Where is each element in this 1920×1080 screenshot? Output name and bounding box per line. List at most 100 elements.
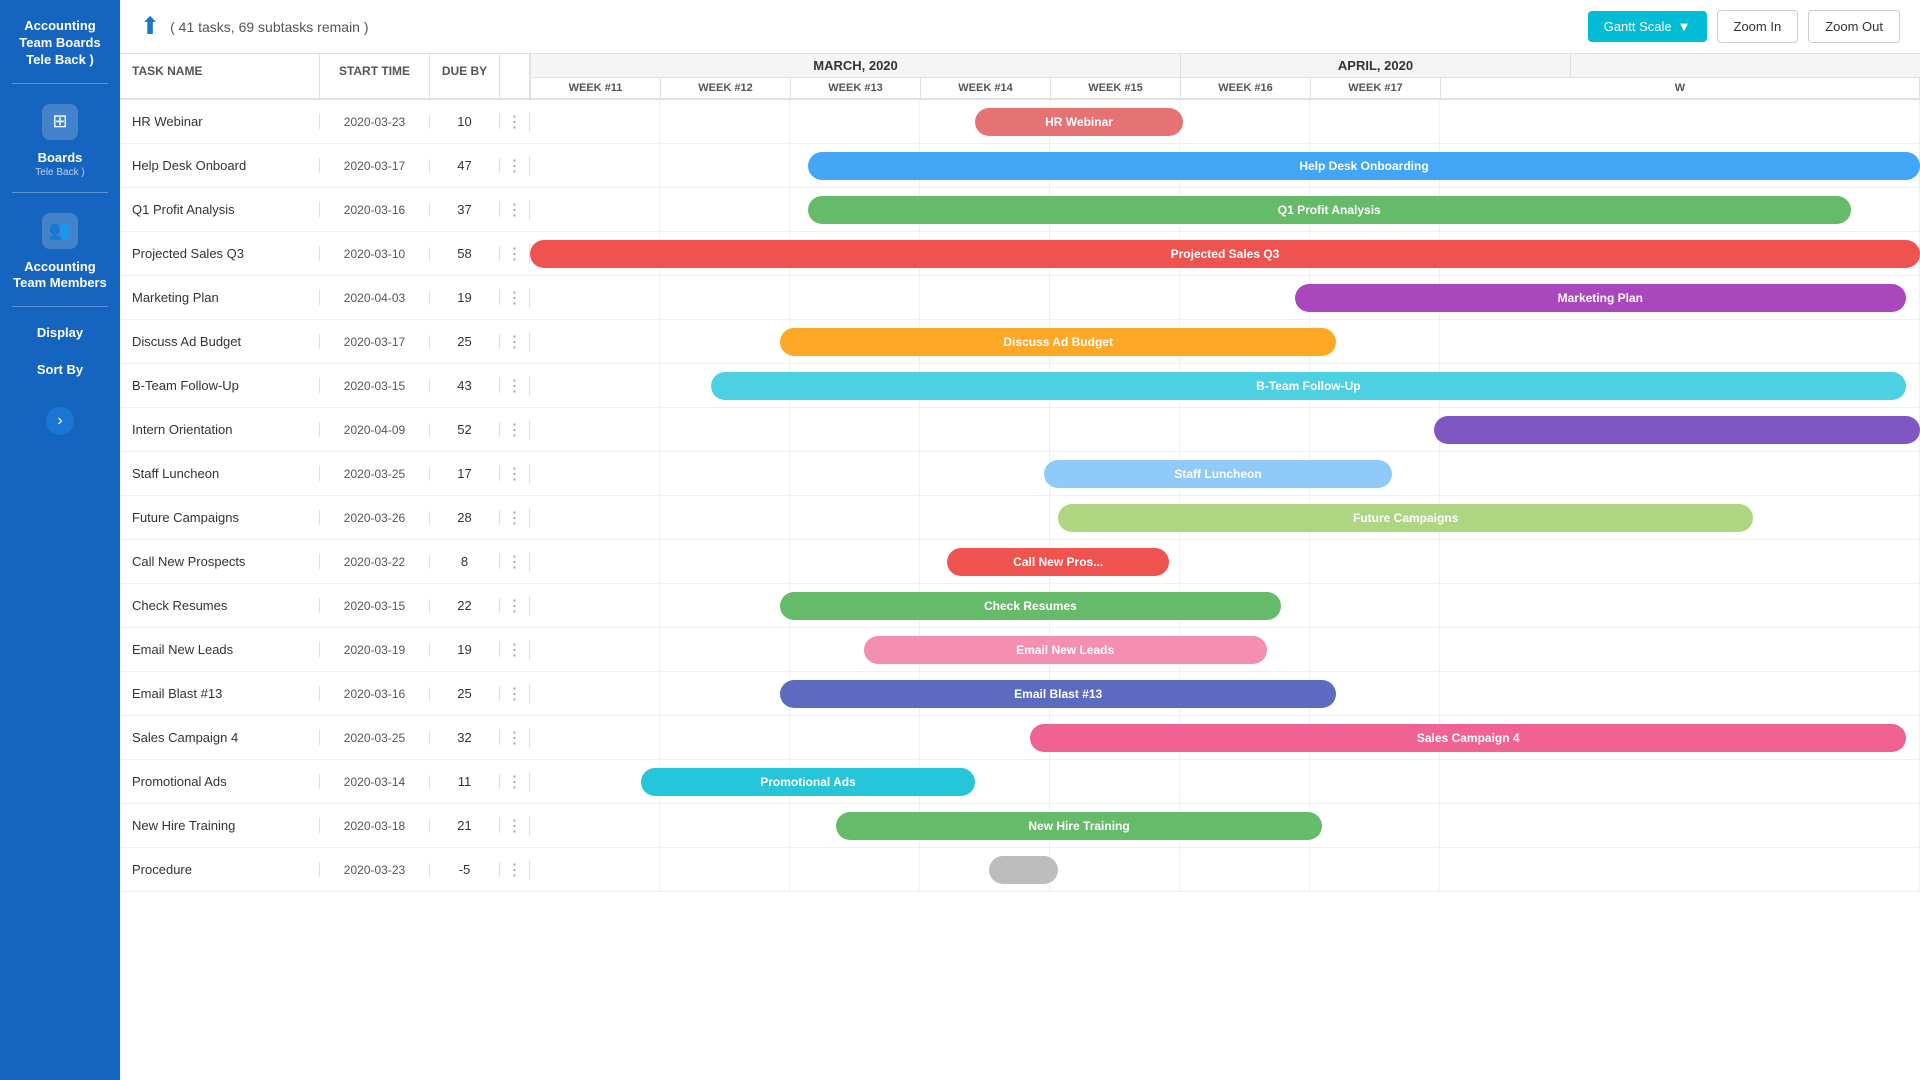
week-14: WEEK #14: [921, 77, 1051, 98]
top-bar: ⬆ ( 41 tasks, 69 subtasks remain ) Gantt…: [120, 0, 1920, 54]
cell-menu-dots[interactable]: ⋮: [500, 376, 530, 396]
gantt-bar[interactable]: Check Resumes: [780, 592, 1280, 620]
cell-menu-dots[interactable]: ⋮: [500, 288, 530, 308]
cell-menu-dots[interactable]: ⋮: [500, 860, 530, 880]
cell-start-time: 2020-03-23: [320, 863, 430, 877]
table-row: Intern Orientation 2020-04-09 52 ⋮: [120, 408, 1920, 452]
cell-bar: Email New Leads: [530, 628, 1920, 671]
cell-menu-dots[interactable]: ⋮: [500, 420, 530, 440]
cell-start-time: 2020-03-25: [320, 731, 430, 745]
sidebar-item-boards[interactable]: ⊞ Boards Tele Back ): [0, 90, 120, 186]
cell-bar: Q1 Profit Analysis: [530, 188, 1920, 231]
cell-menu-dots[interactable]: ⋮: [500, 640, 530, 660]
gantt-bar[interactable]: Email Blast #13: [780, 680, 1336, 708]
cell-bar: Future Campaigns: [530, 496, 1920, 539]
cell-task-name: New Hire Training: [120, 818, 320, 833]
cell-due-by: 19: [430, 642, 500, 657]
sidebar-item-members[interactable]: 👥 Accounting Team Members: [0, 199, 120, 301]
cell-task-name: Call New Prospects: [120, 554, 320, 569]
week-16: WEEK #16: [1181, 77, 1311, 98]
week-13: WEEK #13: [791, 77, 921, 98]
table-row: Projected Sales Q3 2020-03-10 58 ⋮ Proje…: [120, 232, 1920, 276]
table-row: Email New Leads 2020-03-19 19 ⋮ Email Ne…: [120, 628, 1920, 672]
table-row: New Hire Training 2020-03-18 21 ⋮ New Hi…: [120, 804, 1920, 848]
cell-menu-dots[interactable]: ⋮: [500, 332, 530, 352]
gantt-bar[interactable]: B-Team Follow-Up: [711, 372, 1906, 400]
cell-start-time: 2020-03-16: [320, 687, 430, 701]
members-label: Accounting Team Members: [6, 259, 114, 293]
cell-task-name: Email Blast #13: [120, 686, 320, 701]
cell-bar: New Hire Training: [530, 804, 1920, 847]
cell-due-by: 8: [430, 554, 500, 569]
week-cols: [530, 848, 1920, 891]
top-bar-right: Gantt Scale ▼ Zoom In Zoom Out: [1588, 10, 1900, 43]
cell-bar: [530, 408, 1920, 451]
expand-button[interactable]: ›: [46, 407, 74, 435]
sidebar-divider: [12, 83, 108, 84]
cell-task-name: Promotional Ads: [120, 774, 320, 789]
cell-task-name: B-Team Follow-Up: [120, 378, 320, 393]
members-icon: 👥: [42, 213, 78, 249]
sidebar-divider3: [12, 306, 108, 307]
sidebar-item-sortby[interactable]: Sort By: [0, 350, 120, 387]
cell-menu-dots[interactable]: ⋮: [500, 772, 530, 792]
cell-menu-dots[interactable]: ⋮: [500, 244, 530, 264]
cell-menu-dots[interactable]: ⋮: [500, 508, 530, 528]
cell-menu-dots[interactable]: ⋮: [500, 112, 530, 132]
cell-menu-dots[interactable]: ⋮: [500, 552, 530, 572]
cell-start-time: 2020-03-17: [320, 335, 430, 349]
table-row: Check Resumes 2020-03-15 22 ⋮ Check Resu…: [120, 584, 1920, 628]
gantt-bar[interactable]: Discuss Ad Budget: [780, 328, 1336, 356]
gantt-scale-button[interactable]: Gantt Scale ▼: [1588, 11, 1707, 42]
cell-menu-dots[interactable]: ⋮: [500, 464, 530, 484]
cell-start-time: 2020-03-16: [320, 203, 430, 217]
cell-menu-dots[interactable]: ⋮: [500, 728, 530, 748]
gantt-bar[interactable]: [1434, 416, 1920, 444]
gantt-bar[interactable]: Email New Leads: [864, 636, 1267, 664]
download-icon[interactable]: ⬆: [140, 12, 160, 41]
gantt-bar[interactable]: Q1 Profit Analysis: [808, 196, 1851, 224]
gantt-bar[interactable]: Staff Luncheon: [1044, 460, 1392, 488]
gantt-bar[interactable]: Promotional Ads: [641, 768, 975, 796]
sidebar-item-display[interactable]: Display: [0, 313, 120, 350]
col-task-name: TASK NAME: [120, 54, 320, 98]
gantt-bar[interactable]: Sales Campaign 4: [1030, 724, 1906, 752]
cell-menu-dots[interactable]: ⋮: [500, 156, 530, 176]
zoom-out-button[interactable]: Zoom Out: [1808, 10, 1900, 43]
gantt-bar[interactable]: Call New Pros...: [947, 548, 1169, 576]
table-row: Marketing Plan 2020-04-03 19 ⋮ Marketing…: [120, 276, 1920, 320]
cell-menu-dots[interactable]: ⋮: [500, 684, 530, 704]
cell-bar: HR Webinar: [530, 100, 1920, 143]
gantt-bar[interactable]: [989, 856, 1059, 884]
cell-bar: Staff Luncheon: [530, 452, 1920, 495]
cell-task-name: Future Campaigns: [120, 510, 320, 525]
cell-menu-dots[interactable]: ⋮: [500, 596, 530, 616]
gantt-bar[interactable]: Help Desk Onboarding: [808, 152, 1920, 180]
col-start-time: START TIME: [320, 54, 430, 98]
col-due-by: DUE BY: [430, 54, 500, 98]
cell-task-name: Discuss Ad Budget: [120, 334, 320, 349]
cell-bar: Call New Pros...: [530, 540, 1920, 583]
cell-start-time: 2020-03-19: [320, 643, 430, 657]
week-17: WEEK #17: [1311, 77, 1441, 98]
cell-task-name: Procedure: [120, 862, 320, 877]
gantt-bar[interactable]: New Hire Training: [836, 812, 1323, 840]
cell-menu-dots[interactable]: ⋮: [500, 816, 530, 836]
cell-due-by: 10: [430, 114, 500, 129]
cell-task-name: Help Desk Onboard: [120, 158, 320, 173]
zoom-in-button[interactable]: Zoom In: [1717, 10, 1799, 43]
table-row: Help Desk Onboard 2020-03-17 47 ⋮ Help D…: [120, 144, 1920, 188]
gantt-bar[interactable]: Projected Sales Q3: [530, 240, 1920, 268]
boards-label: Boards: [38, 150, 83, 167]
gantt-bar[interactable]: Future Campaigns: [1058, 504, 1753, 532]
week-12: WEEK #12: [661, 77, 791, 98]
cell-menu-dots[interactable]: ⋮: [500, 200, 530, 220]
cell-bar: Discuss Ad Budget: [530, 320, 1920, 363]
cell-bar: Projected Sales Q3: [530, 232, 1920, 275]
table-row: Discuss Ad Budget 2020-03-17 25 ⋮ Discus…: [120, 320, 1920, 364]
cell-start-time: 2020-03-22: [320, 555, 430, 569]
gantt-bar[interactable]: Marketing Plan: [1295, 284, 1907, 312]
month-april: APRIL, 2020: [1181, 54, 1571, 77]
gantt-bar[interactable]: HR Webinar: [975, 108, 1184, 136]
table-row: Email Blast #13 2020-03-16 25 ⋮ Email Bl…: [120, 672, 1920, 716]
